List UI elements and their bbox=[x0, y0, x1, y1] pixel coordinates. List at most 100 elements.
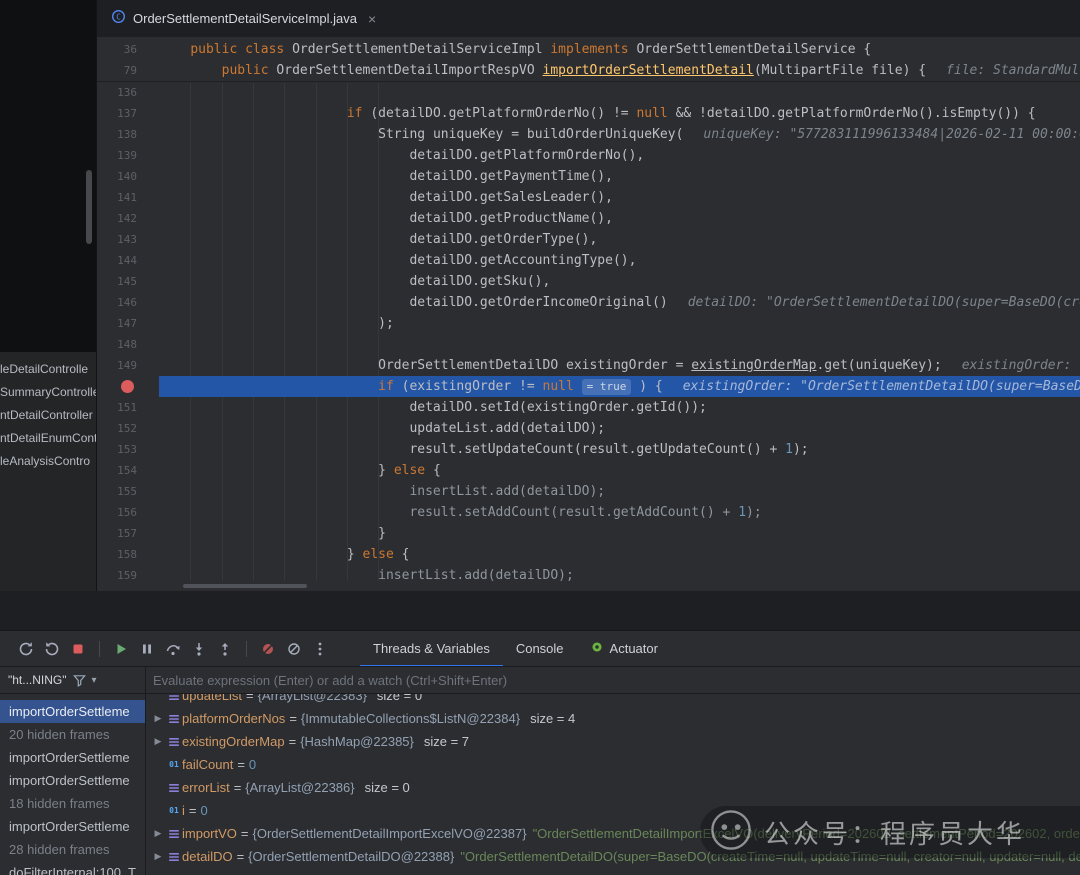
code-line-137[interactable]: 137 if (detailDO.getPlatformOrderNo() !=… bbox=[97, 103, 1080, 124]
left-panel-item[interactable]: SummaryControlle bbox=[0, 381, 96, 404]
code-line-142[interactable]: 142 detailDO.getProductName(), bbox=[97, 208, 1080, 229]
line-number[interactable]: 146 bbox=[97, 292, 159, 313]
evaluate-expression-input[interactable]: Evaluate expression (Enter) or add a wat… bbox=[146, 667, 1080, 693]
horizontal-scrollbar-thumb[interactable] bbox=[183, 584, 307, 588]
line-number[interactable]: 141 bbox=[97, 187, 159, 208]
horizontal-scrollbar[interactable] bbox=[97, 584, 1080, 589]
funnel-icon[interactable] bbox=[72, 673, 87, 688]
code-line-155[interactable]: 155 insertList.add(detailDO); bbox=[97, 481, 1080, 502]
code-line-147[interactable]: 147 ); bbox=[97, 313, 1080, 334]
editor-tab[interactable]: C OrderSettlementDetailServiceImpl.java … bbox=[99, 0, 388, 37]
resume-icon[interactable] bbox=[109, 637, 133, 661]
left-panel-item[interactable]: ntDetailController bbox=[0, 404, 96, 427]
line-number[interactable]: 151 bbox=[97, 397, 159, 418]
tab-threads-variables[interactable]: Threads & Variables bbox=[360, 631, 503, 667]
code-line-143[interactable]: 143 detailDO.getOrderType(), bbox=[97, 229, 1080, 250]
code-line-154[interactable]: 154 } else { bbox=[97, 460, 1080, 481]
line-number[interactable]: 79 bbox=[97, 60, 159, 81]
stop-icon[interactable] bbox=[66, 637, 90, 661]
line-number[interactable]: 156 bbox=[97, 502, 159, 523]
code-line-156[interactable]: 156 result.setAddCount(result.getAddCoun… bbox=[97, 502, 1080, 523]
line-number[interactable]: 140 bbox=[97, 166, 159, 187]
more-icon[interactable] bbox=[308, 637, 332, 661]
step-into-icon[interactable] bbox=[187, 637, 211, 661]
thread-selector[interactable]: "ht...NING" ▾ bbox=[0, 667, 146, 693]
scrollbar-thumb[interactable] bbox=[86, 170, 92, 244]
expand-chevron-icon[interactable]: ▶ bbox=[150, 737, 166, 747]
line-number[interactable]: 153 bbox=[97, 439, 159, 460]
variable-row[interactable]: ▶ importVO = {OrderSettlementDetailImportEx… bbox=[150, 822, 1080, 845]
frame-item[interactable]: importOrderSettleme bbox=[0, 815, 145, 838]
variable-row[interactable]: ▶ detailDO = {OrderSettlementDetailDO@22388… bbox=[150, 845, 1080, 868]
frame-item[interactable]: doFilterInternal:100, T bbox=[0, 861, 145, 875]
line-number[interactable]: 152 bbox=[97, 418, 159, 439]
code-line-149[interactable]: 149 OrderSettlementDetailDO existingOrde… bbox=[97, 355, 1080, 376]
line-number[interactable]: 149 bbox=[97, 355, 159, 376]
line-number[interactable]: 158 bbox=[97, 544, 159, 565]
line-number[interactable]: 144 bbox=[97, 250, 159, 271]
step-over-icon[interactable] bbox=[161, 637, 185, 661]
variable-row[interactable]: ▶ existingOrderMap = {HashMap@22385} size = … bbox=[150, 730, 1080, 753]
left-panel-item[interactable]: ntDetailEnumCont bbox=[0, 427, 96, 450]
code-line-159[interactable]: 159 insertList.add(detailDO); bbox=[97, 565, 1080, 586]
code-line-146[interactable]: 146 detailDO.getOrderIncomeOriginal() det… bbox=[97, 292, 1080, 313]
left-panel-item[interactable]: leDetailControlle bbox=[0, 358, 96, 381]
breakpoint-icon[interactable] bbox=[121, 380, 134, 393]
line-number[interactable]: 147 bbox=[97, 313, 159, 334]
code-line-158[interactable]: 158 } else { bbox=[97, 544, 1080, 565]
line-number[interactable]: 142 bbox=[97, 208, 159, 229]
frame-item[interactable]: 18 hidden frames bbox=[0, 792, 145, 815]
pause-icon[interactable] bbox=[135, 637, 159, 661]
line-number[interactable]: 145 bbox=[97, 271, 159, 292]
code-line-157[interactable]: 157 } bbox=[97, 523, 1080, 544]
line-number[interactable]: 154 bbox=[97, 460, 159, 481]
view-breakpoints-icon[interactable] bbox=[282, 637, 306, 661]
variable-row[interactable]: updateList = {ArrayList@22383} size = 0 bbox=[150, 694, 1080, 707]
tab-close-icon[interactable]: × bbox=[368, 12, 376, 26]
tab-actuator[interactable]: Actuator bbox=[577, 631, 671, 667]
variable-row[interactable]: 01 failCount = 0 bbox=[150, 753, 1080, 776]
line-number[interactable]: 137 bbox=[97, 103, 159, 124]
code-line-145[interactable]: 145 detailDO.getSku(), bbox=[97, 271, 1080, 292]
rerun-icon[interactable] bbox=[14, 637, 38, 661]
line-number[interactable]: 157 bbox=[97, 523, 159, 544]
code-line-79[interactable]: 79 public OrderSettlementDetailImportRes… bbox=[97, 60, 1080, 82]
code-editor[interactable]: 36 public class OrderSettlementDetailSer… bbox=[97, 37, 1080, 591]
line-number[interactable]: 148 bbox=[97, 334, 159, 355]
expand-chevron-icon[interactable]: ▶ bbox=[150, 829, 166, 839]
line-number[interactable]: 139 bbox=[97, 145, 159, 166]
code-line-153[interactable]: 153 result.setUpdateCount(result.getUpda… bbox=[97, 439, 1080, 460]
code-line-138[interactable]: 138 String uniqueKey = buildOrderUniqueK… bbox=[97, 124, 1080, 145]
line-number[interactable]: 159 bbox=[97, 565, 159, 586]
variable-row[interactable]: 01 i = 0 bbox=[150, 799, 1080, 822]
code-line-136[interactable]: 136 bbox=[97, 82, 1080, 103]
variable-row[interactable]: ▶ platformOrderNos = {ImmutableCollections$… bbox=[150, 707, 1080, 730]
line-number[interactable]: 143 bbox=[97, 229, 159, 250]
line-number[interactable] bbox=[97, 376, 159, 397]
variable-row[interactable]: errorList = {ArrayList@22386} size = 0 bbox=[150, 776, 1080, 799]
frame-item[interactable]: importOrderSettleme bbox=[0, 746, 145, 769]
line-number[interactable]: 36 bbox=[97, 39, 159, 60]
code-line-148[interactable]: 148 bbox=[97, 334, 1080, 355]
reload-icon[interactable] bbox=[40, 637, 64, 661]
left-panel-item[interactable]: leAnalysisContro bbox=[0, 450, 96, 473]
code-line-151[interactable]: 151 detailDO.setId(existingOrder.getId()… bbox=[97, 397, 1080, 418]
line-number[interactable]: 136 bbox=[97, 82, 159, 103]
code-line-140[interactable]: 140 detailDO.getPaymentTime(), bbox=[97, 166, 1080, 187]
line-number[interactable]: 138 bbox=[97, 124, 159, 145]
code-line-36[interactable]: 36 public class OrderSettlementDetailSer… bbox=[97, 39, 1080, 60]
code-line-144[interactable]: 144 detailDO.getAccountingType(), bbox=[97, 250, 1080, 271]
expand-chevron-icon[interactable]: ▶ bbox=[150, 852, 166, 862]
expand-chevron-icon[interactable]: ▶ bbox=[150, 714, 166, 724]
frame-item[interactable]: 28 hidden frames bbox=[0, 838, 145, 861]
code-line-141[interactable]: 141 detailDO.getSalesLeader(), bbox=[97, 187, 1080, 208]
tab-console[interactable]: Console bbox=[503, 631, 577, 667]
code-line-150[interactable]: if (existingOrder != null = true ) {exis… bbox=[97, 376, 1080, 397]
mute-breakpoints-icon[interactable] bbox=[256, 637, 280, 661]
code-line-152[interactable]: 152 updateList.add(detailDO); bbox=[97, 418, 1080, 439]
frame-item[interactable]: 20 hidden frames bbox=[0, 723, 145, 746]
frame-item[interactable]: importOrderSettleme bbox=[0, 700, 145, 723]
line-number[interactable]: 155 bbox=[97, 481, 159, 502]
code-line-139[interactable]: 139 detailDO.getPlatformOrderNo(), bbox=[97, 145, 1080, 166]
step-out-icon[interactable] bbox=[213, 637, 237, 661]
